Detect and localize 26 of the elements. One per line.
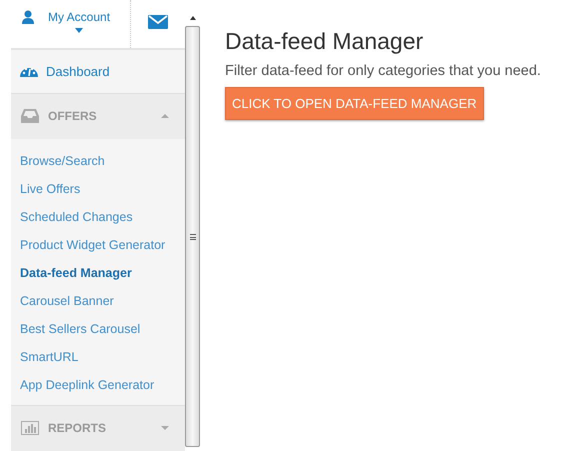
menu-item[interactable]: Data-feed Manager (20, 258, 132, 287)
menu-item[interactable]: Live Offers (20, 174, 80, 203)
tray-icon (21, 109, 39, 124)
description-text: Filter data-feed for only categories that you need. (225, 63, 541, 79)
menu-item[interactable]: Browse/Search (20, 146, 105, 175)
open-manager-button[interactable]: CLICK TO OPEN DATA-FEED MANAGER (225, 87, 484, 120)
dashboard-link[interactable]: Dashboard (46, 64, 110, 79)
caret-icon (75, 28, 84, 33)
menu-item[interactable]: App Deeplink Generator (20, 370, 154, 399)
page-title: Data-feed Manager (225, 28, 424, 55)
menu-item[interactable]: Carousel Banner (20, 286, 114, 315)
section-header[interactable]: OFFERS (11, 94, 185, 139)
section-header[interactable]: REPORTS (11, 406, 185, 451)
scroll-up-icon[interactable] (190, 16, 196, 20)
caret-icon (160, 426, 169, 430)
mail-icon[interactable] (148, 15, 168, 30)
menu-item[interactable]: SmartURL (20, 342, 78, 371)
section-label: OFFERS (48, 109, 98, 124)
section-label: REPORTS (48, 421, 108, 436)
menu-item[interactable]: Product Widget Generator (20, 230, 166, 259)
menu-item[interactable]: Best Sellers Carousel (20, 314, 140, 343)
menu-item[interactable]: Scheduled Changes (20, 202, 133, 231)
caret-icon (160, 114, 169, 118)
bar-chart-icon (21, 421, 39, 436)
account-menu[interactable]: My Account (48, 10, 110, 24)
user-icon (22, 10, 34, 24)
